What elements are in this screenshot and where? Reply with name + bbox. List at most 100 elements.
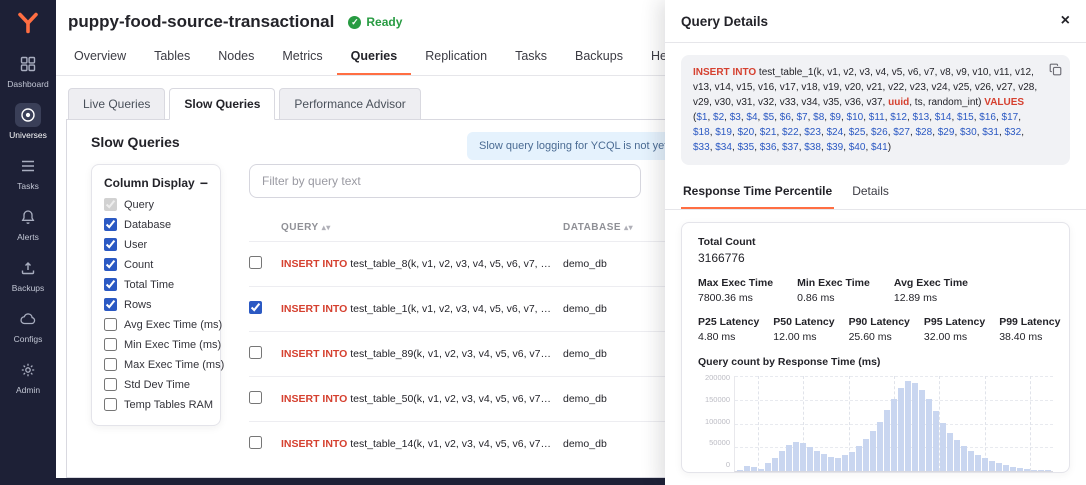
column-display-option[interactable]: Temp Tables RAM [104,398,208,411]
column-checkbox[interactable] [104,198,117,211]
column-header-query[interactable]: QUERY▴▾ [281,222,551,233]
sidebar-item-alerts[interactable]: Alerts [0,199,56,250]
sidebar-item-tasks[interactable]: Tasks [0,148,56,199]
column-display-option[interactable]: Max Exec Time (ms) [104,358,208,371]
tab-backups[interactable]: Backups [561,38,637,75]
subtab-slow-queries[interactable]: Slow Queries [169,88,275,120]
histogram-bar [912,383,918,471]
query-cell: INSERT INTO test_table_50(k, v1, v2, v3,… [281,393,551,405]
row-checkbox[interactable] [249,301,262,314]
histogram-bar [933,411,939,471]
row-checkbox[interactable] [249,346,262,359]
tab-replication[interactable]: Replication [411,38,501,75]
copy-icon[interactable] [1049,63,1062,76]
subtab-performance-advisor[interactable]: Performance Advisor [279,88,420,120]
column-display-option[interactable]: Rows [104,298,208,311]
column-checkbox[interactable] [104,278,117,291]
column-checkbox[interactable] [104,258,117,271]
sort-icon[interactable]: ▴▾ [322,223,331,232]
histogram-plot-area: (1.5,1.6)(3.6,4.0)(9.6,10.4)(28.8,32.0)(… [734,376,1053,473]
column-options-list: Query Database User Count Total Time Row… [104,198,208,411]
sidebar-item-backups[interactable]: Backups [0,250,56,301]
row-checkbox[interactable] [249,436,262,449]
histogram-bar [765,463,771,471]
column-display-option[interactable]: User [104,238,208,251]
collapse-icon[interactable]: − [200,175,208,191]
tab-metrics[interactable]: Metrics [268,38,336,75]
column-display-option[interactable]: Query [104,198,208,211]
query-filter-input[interactable] [249,164,641,198]
column-display-option[interactable]: Avg Exec Time (ms) [104,318,208,331]
row-checkbox[interactable] [249,256,262,269]
histogram-bar [891,399,897,471]
subtab-live-queries[interactable]: Live Queries [68,88,165,120]
row-checkbox[interactable] [249,391,262,404]
sidebar-item-universes[interactable]: Universes [0,97,56,148]
histogram-bar [793,442,799,471]
stat: P25 Latency 4.80 ms [698,316,759,343]
column-checkbox[interactable] [104,358,117,371]
close-icon[interactable]: × [1061,13,1070,29]
tab-overview[interactable]: Overview [60,38,140,75]
histogram-bar [898,388,904,471]
histogram-bar [1038,470,1044,471]
stat: Max Exec Time 7800.36 ms [698,277,773,304]
total-count-stat: Total Count 3166776 [698,236,1053,265]
tab-tables[interactable]: Tables [140,38,204,75]
stat: Avg Exec Time 12.89 ms [894,277,968,304]
column-checkbox[interactable] [104,318,117,331]
histogram-bar [786,445,792,471]
column-display-option[interactable]: Count [104,258,208,271]
query-cell: INSERT INTO test_table_14(k, v1, v2, v3,… [281,438,551,450]
histogram-bar [835,458,841,471]
histogram-bar [940,423,946,471]
column-checkbox[interactable] [104,398,117,411]
histogram-bar [968,451,974,471]
column-header-database[interactable]: DATABASE▴▾ [551,222,671,233]
histogram-bar [1031,470,1037,471]
tab-nodes[interactable]: Nodes [204,38,268,75]
total-count-value: 3166776 [698,251,1053,265]
histogram-bar [919,390,925,471]
column-display-option[interactable]: Min Exec Time (ms) [104,338,208,351]
column-display-option[interactable]: Database [104,218,208,231]
histogram-bar [849,452,855,471]
column-checkbox[interactable] [104,298,117,311]
yugabyte-logo-icon[interactable] [0,0,56,46]
database-cell: demo_db [551,258,671,270]
histogram-bar [996,463,1002,471]
column-checkbox[interactable] [104,238,117,251]
histogram-x-axis: (1.5,1.6)(3.6,4.0)(9.6,10.4)(28.8,32.0)(… [734,472,1053,473]
sidebar-item-admin[interactable]: Admin [0,352,56,403]
sidebar-item-dashboard[interactable]: Dashboard [0,46,56,97]
column-checkbox[interactable] [104,218,117,231]
histogram-bar [1045,470,1051,471]
sidebar-item-configs[interactable]: Configs [0,301,56,352]
tab-tasks[interactable]: Tasks [501,38,561,75]
database-cell: demo_db [551,438,671,450]
stat: P99 Latency 38.40 ms [999,316,1060,343]
sort-icon[interactable]: ▴▾ [624,223,633,232]
column-display-option[interactable]: Total Time [104,278,208,291]
response-time-histogram: 200000150000100000500000 (1.5,1.6)(3.6,4… [698,376,1053,473]
stats-card: Total Count 3166776 Max Exec Time 7800.3… [681,222,1070,473]
column-display-option[interactable]: Std Dev Time [104,378,208,391]
stat: P95 Latency 32.00 ms [924,316,985,343]
histogram-bar [856,446,862,471]
tab-queries[interactable]: Queries [337,38,412,75]
column-checkbox[interactable] [104,338,117,351]
total-count-label: Total Count [698,236,1053,248]
tasks-icon [15,154,41,178]
histogram-bar [947,433,953,471]
histogram-bar [982,458,988,471]
stat: P90 Latency 25.60 ms [849,316,910,343]
page-title: puppy-food-source-transactional [68,12,334,32]
details-tab-response-time-percentile[interactable]: Response Time Percentile [681,175,834,209]
histogram-bar [814,451,820,471]
column-checkbox[interactable] [104,378,117,391]
admin-icon [15,358,41,382]
exec-time-stats-row: Max Exec Time 7800.36 ms Min Exec Time 0… [698,277,1053,304]
histogram-y-axis: 200000150000100000500000 [698,373,734,469]
details-tab-details[interactable]: Details [850,175,891,209]
alerts-icon [15,205,41,229]
